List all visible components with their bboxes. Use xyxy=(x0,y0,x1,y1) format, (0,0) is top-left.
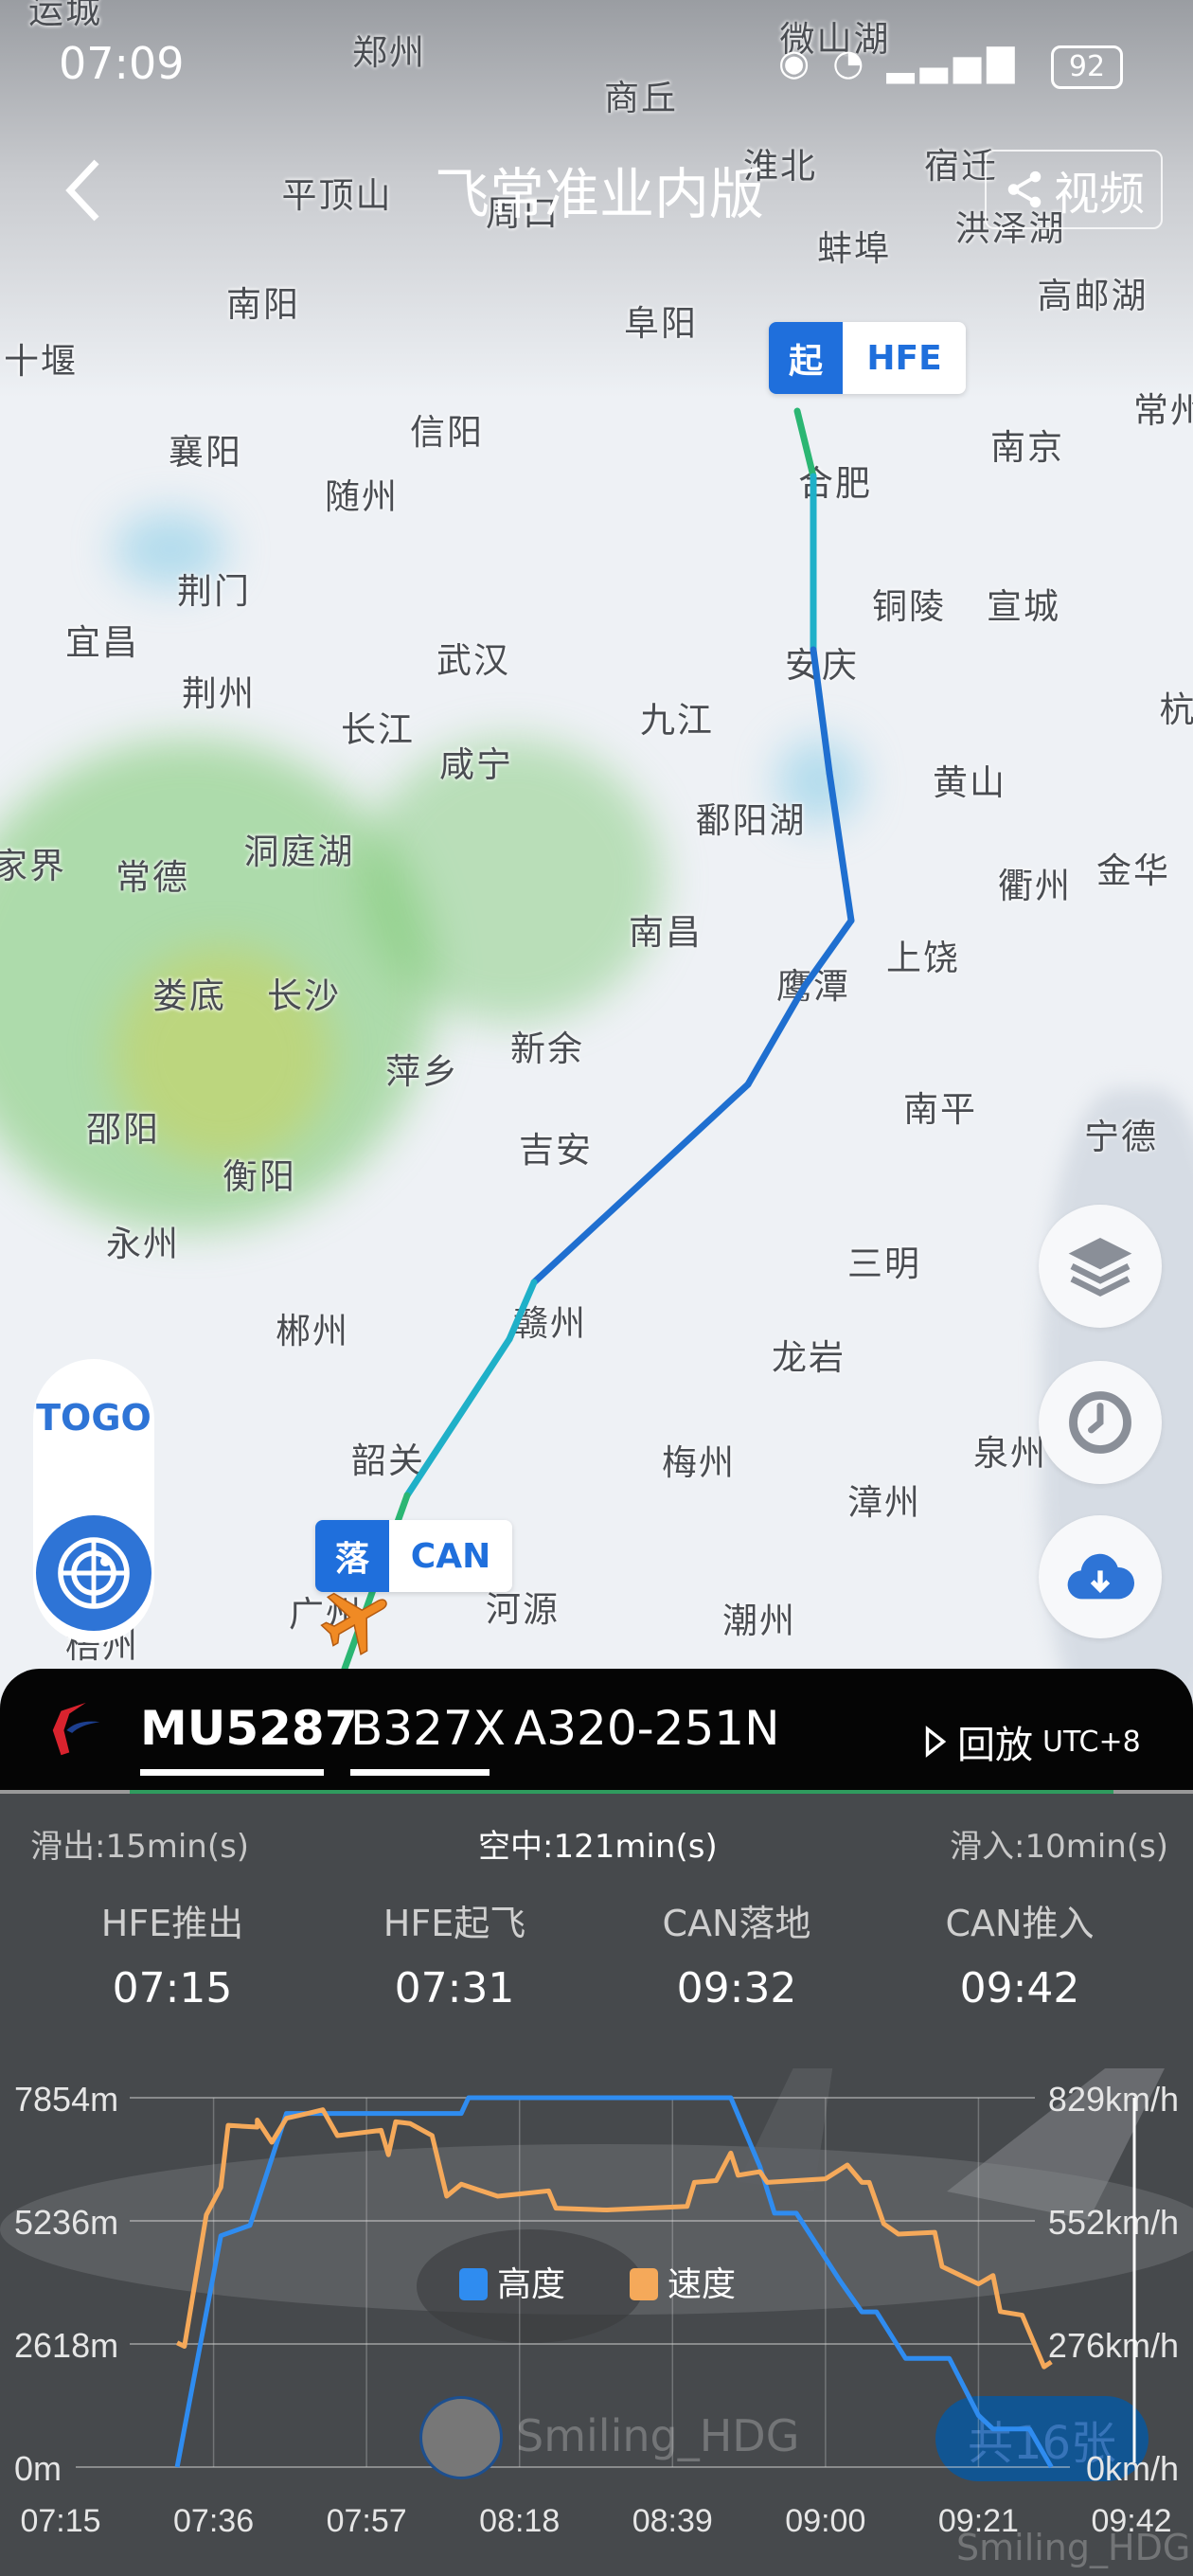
signal-icon: ▂▃▅▇ xyxy=(886,42,1021,83)
radar-icon xyxy=(58,1537,130,1609)
taxi-out-duration: 滑出:15min(s) xyxy=(30,1828,250,1866)
event-label: CAN落地 xyxy=(662,1903,811,1944)
x-tick-label: 08:18 xyxy=(479,2503,560,2539)
play-icon xyxy=(925,1726,947,1758)
event-label: HFE起飞 xyxy=(383,1903,526,1944)
y-right-tick-label: 276km/h xyxy=(1048,2326,1179,2365)
airline-logo xyxy=(52,1702,100,1756)
origin-tag: 起 xyxy=(769,322,843,394)
video-label: 视频 xyxy=(1053,168,1145,221)
timezone-label: UTC+8 xyxy=(1042,1725,1141,1759)
x-tick-label: 07:57 xyxy=(327,2503,407,2539)
layers-icon xyxy=(1068,1238,1132,1297)
y-left-tick-label: 5236m xyxy=(14,2203,118,2242)
route-line xyxy=(341,407,855,1673)
event-time: 09:42 xyxy=(959,1964,1080,2012)
legend-label: 高度 xyxy=(497,2265,565,2304)
route-segment xyxy=(793,407,817,480)
aircraft-type: A320-251N xyxy=(514,1701,780,1756)
eye-icon: ◉ xyxy=(778,42,816,83)
taxi-in-duration: 滑入:10min(s) xyxy=(950,1828,1169,1866)
event-label: HFE推出 xyxy=(100,1903,244,1944)
flight-map[interactable]: 运城 郑州 商丘 微山湖 平顶山 周口 淮北 宿迁 洪泽湖 蚌埠 高邮湖 南阳 阜阳 十堰 襄阳 信阳 随州 合肥… xyxy=(0,0,1193,1705)
layers-button[interactable] xyxy=(1039,1205,1162,1328)
y-left-tick-label: 0m xyxy=(14,2449,62,2488)
history-button[interactable] xyxy=(1039,1361,1162,1484)
x-tick-label: 09:00 xyxy=(785,2503,865,2539)
registration-underline xyxy=(350,1769,490,1776)
destination-code: CAN xyxy=(389,1520,512,1592)
page-title: 飞常准业内版 xyxy=(434,162,765,226)
airborne-duration: 空中:121min(s) xyxy=(478,1828,718,1866)
origin-badge[interactable]: 起 HFE xyxy=(769,322,966,394)
back-chevron-icon[interactable] xyxy=(55,156,112,224)
altitude-speed-chart: 7854m 829km/h 5236m 552km/h 2618m 276km/h 0m 0k… xyxy=(14,2080,1179,2539)
legend-label: 速度 xyxy=(668,2265,736,2304)
route-segment xyxy=(801,917,855,990)
battery-indicator: 92 xyxy=(1051,45,1123,89)
route-segment xyxy=(810,646,833,777)
route-segment xyxy=(506,1279,538,1343)
status-time: 07:09 xyxy=(59,38,185,89)
x-tick-label: 08:39 xyxy=(632,2503,713,2539)
flight-number-tab[interactable]: MU5287 xyxy=(140,1701,358,1756)
share-video-button[interactable]: 视频 xyxy=(985,150,1163,229)
clock-icon xyxy=(1069,1391,1131,1454)
event-time: 07:15 xyxy=(112,1964,233,2012)
route-segment xyxy=(826,769,855,924)
radar-button[interactable] xyxy=(36,1515,151,1631)
share-icon xyxy=(1007,170,1042,208)
event-time: 09:32 xyxy=(676,1964,797,2012)
event-time: 07:31 xyxy=(394,1964,515,2012)
legend-swatch xyxy=(630,2268,658,2300)
route-segment xyxy=(744,982,809,1088)
origin-code: HFE xyxy=(843,322,966,394)
route-segment xyxy=(530,1081,752,1286)
speed-series-line xyxy=(176,2107,1053,2370)
photographer-credit: Smiling_HDG xyxy=(516,2410,800,2461)
y-right-tick-label: 829km/h xyxy=(1048,2080,1179,2119)
flight-info-bar: MU5287 B327X A320-251N 回放 UTC+8 xyxy=(0,1669,1193,1792)
cloud-download-icon xyxy=(1067,1553,1135,1600)
y-left-tick-label: 7854m xyxy=(14,2080,118,2119)
airplane-icon[interactable] xyxy=(312,1577,398,1662)
y-right-tick-label: 552km/h xyxy=(1048,2203,1179,2242)
x-tick-label: 07:15 xyxy=(20,2503,100,2539)
flight-number-underline xyxy=(140,1769,324,1776)
route-segment xyxy=(403,1335,513,1499)
togo-label: TOGO xyxy=(36,1397,151,1439)
x-tick-label: 07:36 xyxy=(173,2503,254,2539)
legend-swatch xyxy=(459,2268,488,2300)
event-label: CAN推入 xyxy=(945,1903,1095,1944)
watermark-credit: Smiling_HDG xyxy=(956,2527,1191,2568)
replay-label: 回放 xyxy=(957,1724,1033,1767)
y-right-tick-label: 0km/h xyxy=(1086,2449,1179,2488)
y-left-tick-label: 2618m xyxy=(14,2326,118,2365)
registration-tab[interactable]: B327X xyxy=(350,1701,506,1756)
photographer-avatar[interactable] xyxy=(419,2396,503,2479)
replay-button[interactable]: 回放 UTC+8 xyxy=(923,1714,1141,1769)
download-button[interactable] xyxy=(1039,1515,1162,1638)
alarm-icon: ◔ xyxy=(832,42,870,83)
status-icons: ◉ ◔ ▂▃▅▇ xyxy=(778,42,1020,83)
